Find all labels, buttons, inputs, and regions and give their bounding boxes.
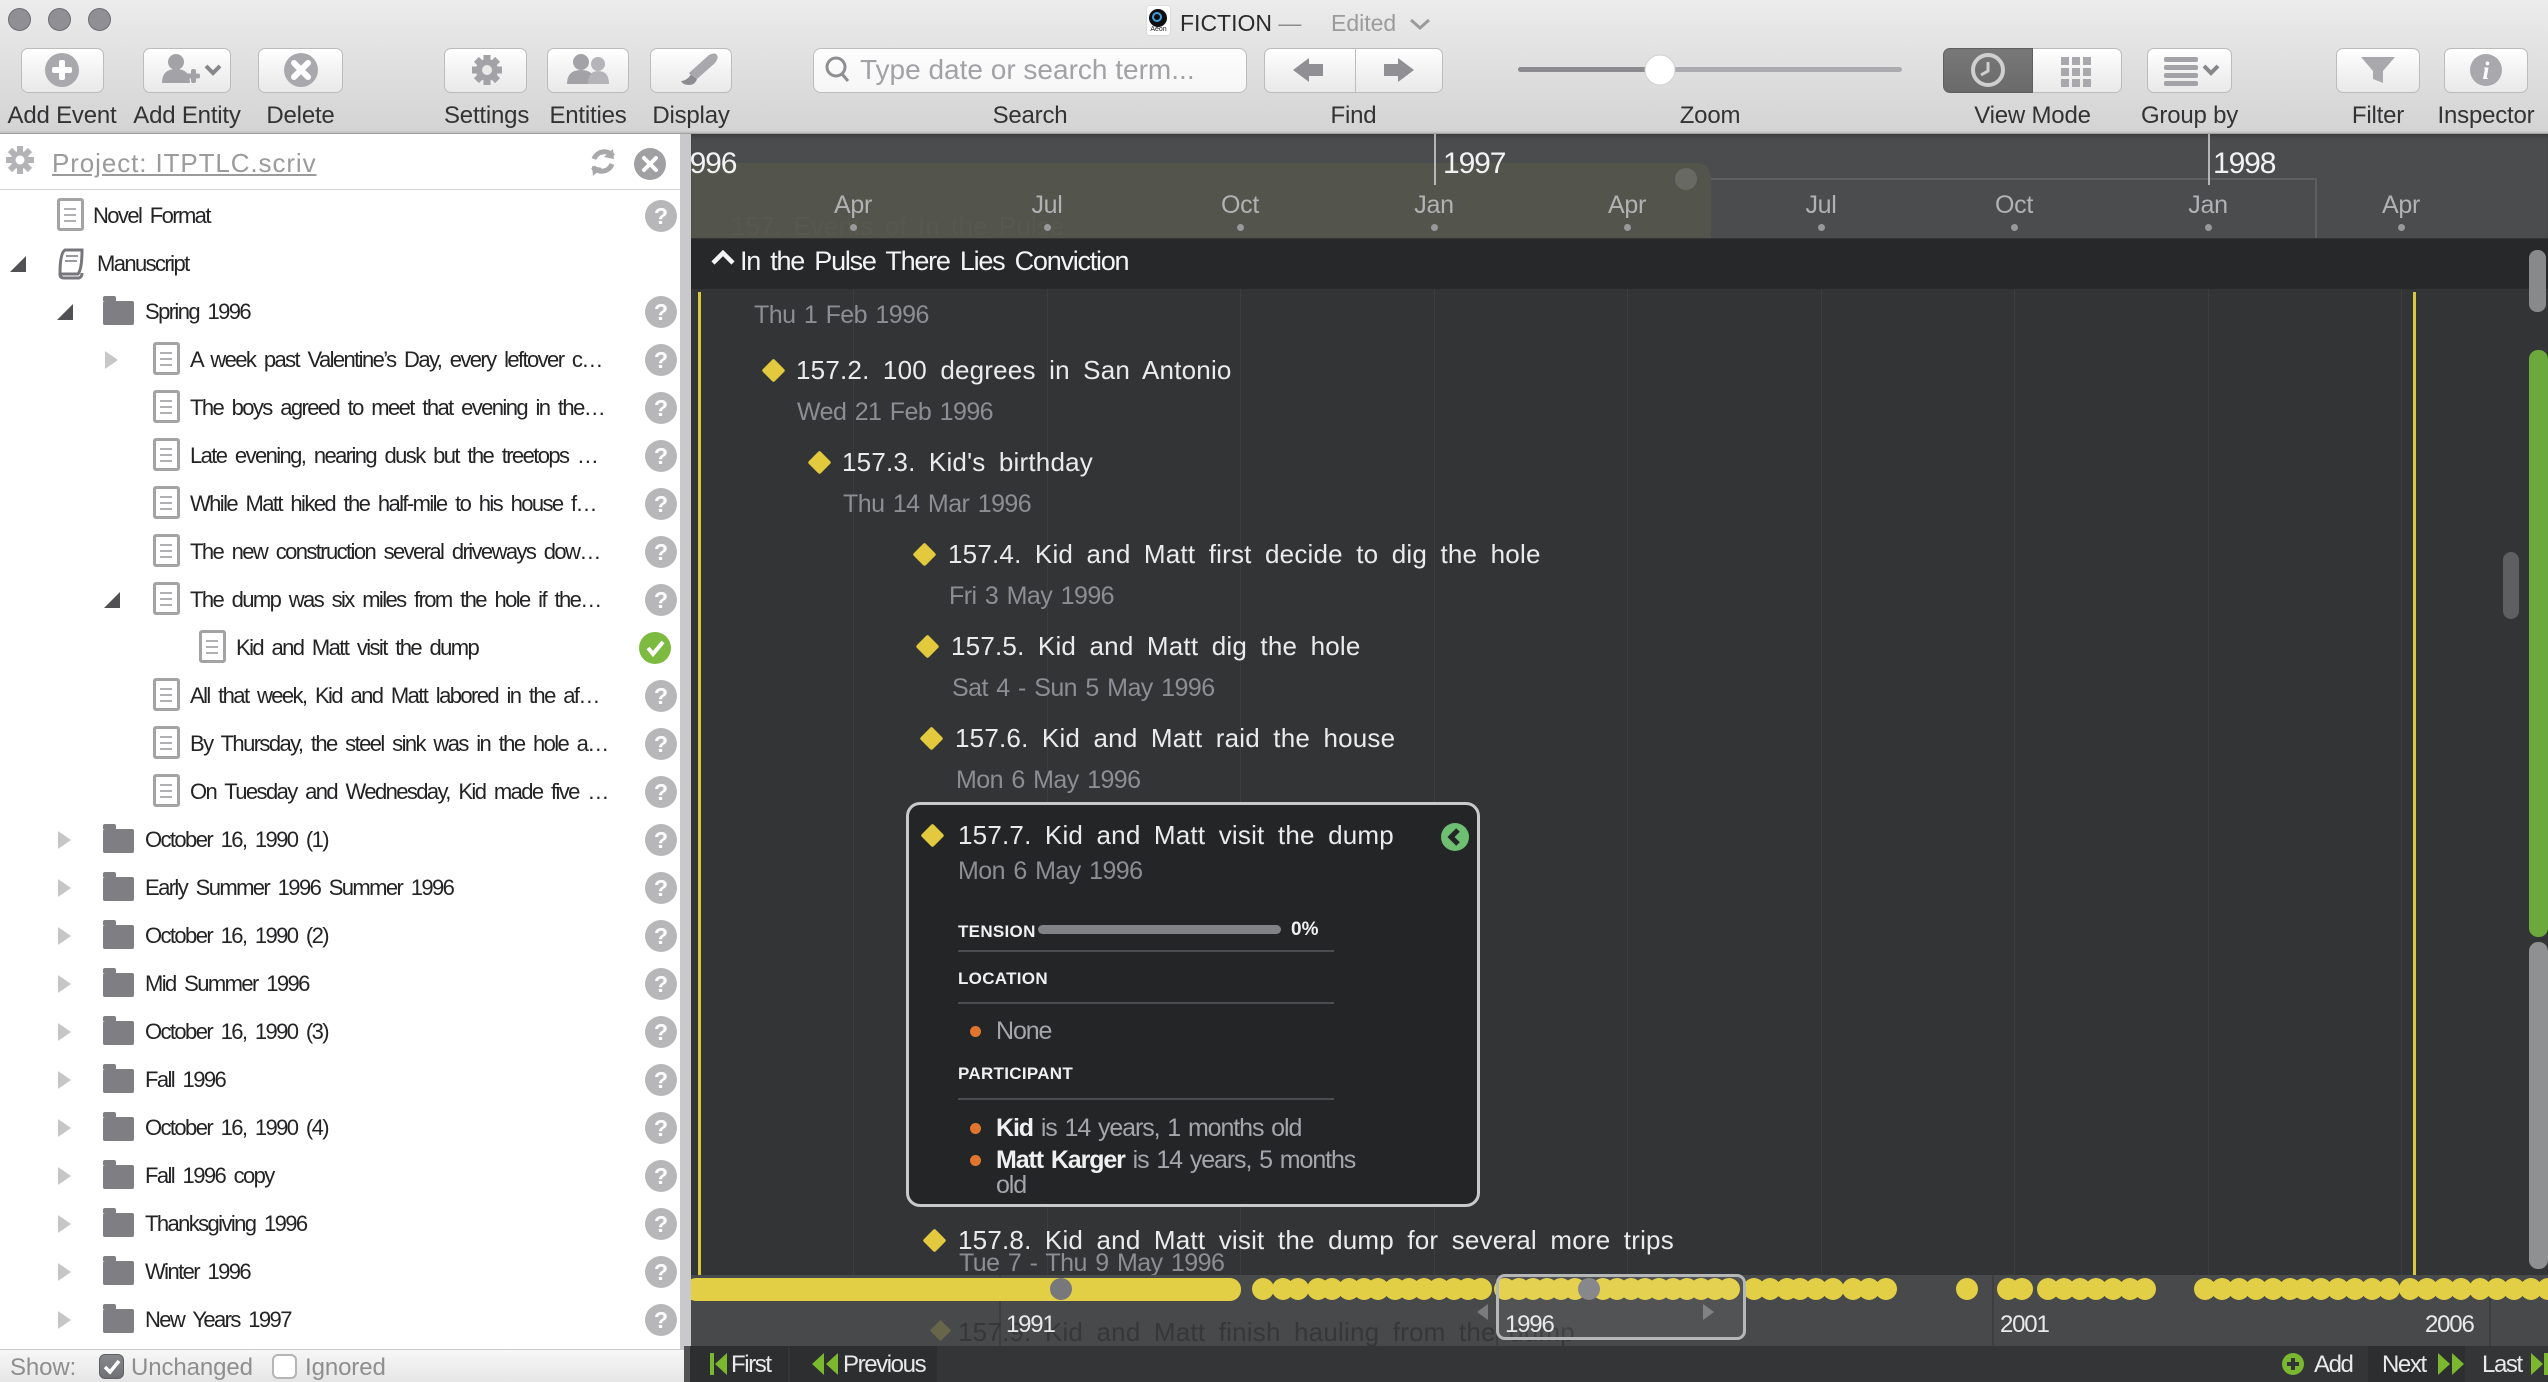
svg-text:i: i	[2483, 58, 2490, 85]
